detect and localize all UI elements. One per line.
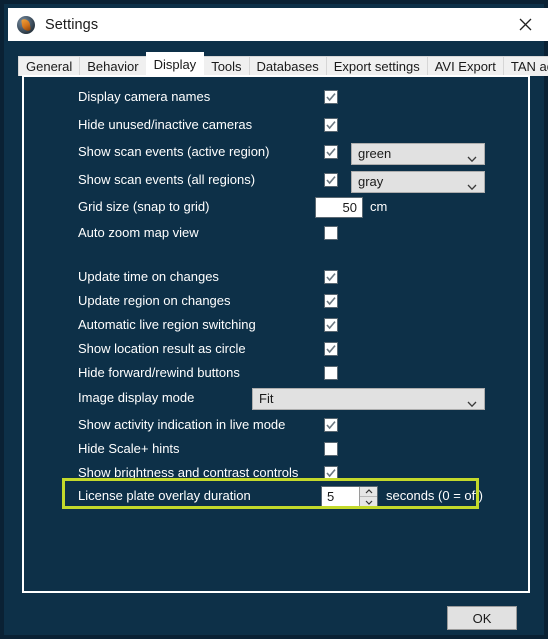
setting-row-scan-events-all-regions: Show scan events (all regions) gray	[24, 168, 528, 193]
combo-value: gray	[358, 174, 384, 189]
setting-label: Image display mode	[78, 390, 195, 405]
setting-label: Show scan events (all regions)	[78, 172, 256, 187]
setting-row-show-activity-indication: Show activity indication in live mode	[24, 413, 528, 437]
setting-label: Show scan events (active region)	[78, 144, 270, 159]
setting-row-hide-forward-rewind-buttons: Hide forward/rewind buttons	[24, 361, 528, 385]
combo-image-display-mode[interactable]: Fit	[252, 388, 485, 410]
spinner-buttons	[359, 487, 377, 507]
combo-value: green	[358, 146, 392, 161]
setting-row-hide-unused-cameras: Hide unused/inactive cameras	[24, 113, 528, 137]
setting-label: Update time on changes	[78, 269, 219, 284]
checkbox-scan-events-all-regions[interactable]	[324, 173, 338, 187]
setting-row-show-brightness-contrast: Show brightness and contrast controls	[24, 461, 528, 485]
combo-value: Fit	[259, 391, 274, 406]
setting-label: Show brightness and contrast controls	[78, 465, 299, 480]
checkbox-update-region-on-changes[interactable]	[324, 294, 338, 308]
spinner-license-plate-overlay-duration[interactable]: 5	[321, 486, 378, 508]
setting-label: Automatic live region switching	[78, 317, 256, 332]
grid-size-unit-label: cm	[370, 199, 388, 214]
setting-label: Hide forward/rewind buttons	[78, 365, 240, 380]
checkbox-display-camera-names[interactable]	[324, 90, 338, 104]
setting-label: Hide unused/inactive cameras	[78, 117, 253, 132]
app-globe-icon	[17, 15, 35, 34]
input-grid-size[interactable]: 50	[315, 197, 363, 218]
tab-display[interactable]: Display	[145, 52, 205, 76]
setting-row-show-location-result-as-circle: Show location result as circle	[24, 337, 528, 361]
checkbox-scan-events-active-region[interactable]	[324, 145, 338, 159]
setting-row-update-time-on-changes: Update time on changes	[24, 265, 528, 289]
setting-label: Auto zoom map view	[78, 225, 199, 240]
setting-label: Show location result as circle	[78, 341, 246, 356]
window-title: Settings	[45, 16, 99, 33]
chevron-down-icon	[467, 178, 477, 196]
checkbox-update-time-on-changes[interactable]	[324, 270, 338, 284]
title-bar: Settings	[8, 8, 548, 41]
checkbox-show-location-result-as-circle[interactable]	[324, 342, 338, 356]
tab-tools[interactable]: Tools	[203, 56, 250, 76]
setting-row-scan-events-active-region: Show scan events (active region) green	[24, 140, 528, 165]
setting-label: License plate overlay duration	[78, 488, 251, 503]
setting-row-auto-zoom-map-view: Auto zoom map view	[24, 221, 528, 245]
chevron-down-icon	[467, 395, 477, 413]
setting-row-image-display-mode: Image display mode Fit	[24, 386, 528, 410]
checkbox-hide-unused-cameras[interactable]	[324, 118, 338, 132]
setting-label: Show activity indication in live mode	[78, 417, 286, 432]
close-icon[interactable]	[503, 8, 548, 41]
checkbox-hide-scale-plus-hints[interactable]	[324, 442, 338, 456]
license-plate-duration-unit-label: seconds (0 = off)	[386, 488, 483, 503]
tab-behavior[interactable]: Behavior	[79, 56, 147, 76]
setting-row-automatic-live-region-switching: Automatic live region switching	[24, 313, 528, 337]
chevron-down-icon	[467, 150, 477, 168]
spinner-down-icon[interactable]	[360, 497, 377, 507]
checkbox-show-brightness-contrast[interactable]	[324, 466, 338, 480]
combo-scan-events-all-regions-color[interactable]: gray	[351, 171, 485, 193]
tab-general[interactable]: General	[18, 56, 81, 76]
setting-label: Update region on changes	[78, 293, 231, 308]
setting-row-display-camera-names: Display camera names	[24, 85, 528, 109]
checkbox-show-activity-indication[interactable]	[324, 418, 338, 432]
setting-label: Grid size (snap to grid)	[78, 199, 210, 214]
ok-button[interactable]: OK	[447, 606, 517, 630]
display-settings-panel: Display camera names Hide unused/inactiv…	[22, 75, 530, 593]
tab-export-settings[interactable]: Export settings	[325, 56, 428, 76]
tab-avi-export[interactable]: AVI Export	[426, 56, 504, 76]
setting-row-license-plate-overlay-duration: License plate overlay duration 5 seconds…	[24, 484, 528, 508]
setting-label: Hide Scale+ hints	[78, 441, 180, 456]
tab-databases[interactable]: Databases	[248, 56, 327, 76]
input-value: 50	[342, 200, 357, 215]
setting-row-hide-scale-plus-hints: Hide Scale+ hints	[24, 437, 528, 461]
checkbox-auto-zoom-map-view[interactable]	[324, 226, 338, 240]
checkbox-hide-forward-rewind-buttons[interactable]	[324, 366, 338, 380]
tab-tan-administration[interactable]: TAN administration	[502, 56, 548, 76]
setting-label: Display camera names	[78, 89, 211, 104]
tab-strip: General Behavior Display Tools Databases…	[18, 52, 548, 76]
checkbox-automatic-live-region-switching[interactable]	[324, 318, 338, 332]
setting-row-update-region-on-changes: Update region on changes	[24, 289, 528, 313]
spinner-value: 5	[327, 489, 335, 504]
setting-row-grid-size: Grid size (snap to grid) 50 cm	[24, 195, 528, 219]
spinner-up-icon[interactable]	[360, 487, 377, 497]
settings-window: Settings General Behavior Display Tools …	[0, 0, 548, 639]
combo-scan-events-active-region-color[interactable]: green	[351, 143, 485, 165]
